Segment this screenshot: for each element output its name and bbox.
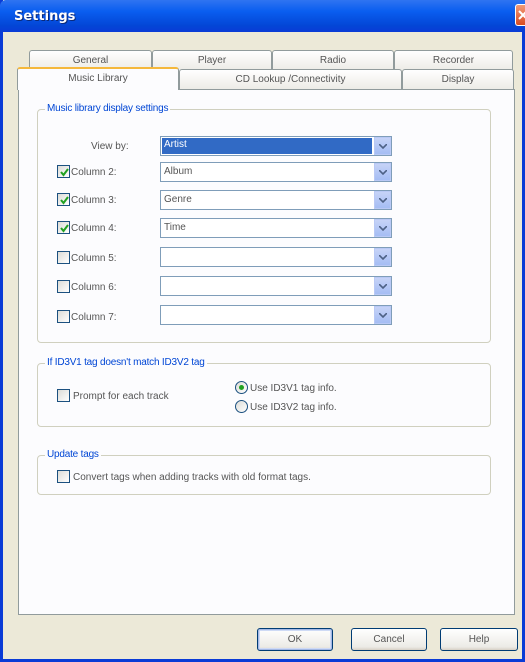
title-bar[interactable]: Settings: [0, 0, 525, 32]
window-title: Settings: [14, 9, 76, 24]
column-7-label: Column 7:: [71, 312, 117, 323]
prompt-each-track-checkbox[interactable]: [57, 389, 70, 402]
column-6-checkbox[interactable]: [57, 280, 70, 293]
view-by-value: Artist: [162, 138, 372, 154]
update-tags-legend: Update tags: [45, 449, 101, 460]
dropdown-button[interactable]: [374, 191, 391, 209]
use-id3v2-label: Use ID3V2 tag info.: [250, 402, 337, 413]
tab-radio[interactable]: Radio: [272, 50, 394, 71]
chevron-down-icon: [379, 226, 387, 231]
column-6-select[interactable]: [160, 276, 392, 296]
close-button[interactable]: [515, 4, 525, 26]
cancel-button[interactable]: Cancel: [351, 628, 427, 651]
column-4-select[interactable]: Time: [160, 218, 392, 238]
dropdown-button[interactable]: [374, 248, 391, 266]
use-id3v2-radio[interactable]: [235, 400, 248, 413]
column-3-label: Column 3:: [71, 195, 117, 206]
dropdown-button[interactable]: [374, 219, 391, 237]
convert-tags-label: Convert tags when adding tracks with old…: [73, 472, 311, 483]
column-6-label: Column 6:: [71, 282, 117, 293]
column-5-checkbox[interactable]: [57, 251, 70, 264]
tab-label: CD Lookup /Connectivity: [235, 74, 346, 85]
use-id3v1-radio[interactable]: [235, 381, 248, 394]
ok-button[interactable]: OK: [257, 628, 333, 651]
view-by-select[interactable]: Artist: [160, 136, 392, 156]
tab-label: Display: [441, 74, 475, 85]
dropdown-button[interactable]: [374, 306, 391, 324]
tab-label: Recorder: [432, 55, 475, 66]
settings-window: Settings General Player Radio Recorder M…: [0, 0, 525, 662]
help-button[interactable]: Help: [440, 628, 518, 651]
check-icon: [60, 168, 69, 177]
tab-label: Music Library: [68, 73, 128, 84]
column-5-label: Column 5:: [71, 253, 117, 264]
column-3-checkbox[interactable]: [57, 193, 70, 206]
dropdown-button[interactable]: [374, 163, 391, 181]
chevron-down-icon: [379, 144, 387, 149]
column-4-value: Time: [164, 222, 186, 233]
tab-label: Radio: [319, 55, 347, 66]
column-2-label: Column 2:: [71, 167, 117, 178]
dropdown-button[interactable]: [374, 277, 391, 295]
tab-label: General: [72, 55, 109, 66]
tab-music-library[interactable]: Music Library: [17, 67, 179, 90]
convert-tags-checkbox[interactable]: [57, 470, 70, 483]
close-icon: [518, 10, 525, 20]
column-2-select[interactable]: Album: [160, 162, 392, 182]
library-display-legend: Music library display settings: [45, 103, 171, 114]
chevron-down-icon: [379, 170, 387, 175]
column-3-value: Genre: [164, 194, 192, 205]
column-2-checkbox[interactable]: [57, 165, 70, 178]
chevron-down-icon: [379, 313, 387, 318]
column-3-select[interactable]: Genre: [160, 190, 392, 210]
prompt-each-track-label: Prompt for each track: [73, 391, 169, 402]
tab-display[interactable]: Display: [402, 69, 514, 90]
tab-cd-lookup[interactable]: CD Lookup /Connectivity: [179, 69, 402, 90]
view-by-label: View by:: [91, 141, 129, 152]
column-2-value: Album: [164, 166, 193, 177]
chevron-down-icon: [379, 198, 387, 203]
chevron-down-icon: [379, 284, 387, 289]
check-icon: [60, 224, 69, 233]
column-5-select[interactable]: [160, 247, 392, 267]
dropdown-button[interactable]: [374, 137, 391, 155]
column-4-label: Column 4:: [71, 223, 117, 234]
check-icon: [60, 196, 69, 205]
tab-label: Player: [197, 55, 227, 66]
use-id3v1-label: Use ID3V1 tag info.: [250, 383, 337, 394]
column-7-select[interactable]: [160, 305, 392, 325]
chevron-down-icon: [379, 255, 387, 260]
column-4-checkbox[interactable]: [57, 221, 70, 234]
tab-recorder[interactable]: Recorder: [394, 50, 513, 71]
column-7-checkbox[interactable]: [57, 310, 70, 323]
radio-dot: [239, 385, 244, 390]
id3-mismatch-legend: If ID3V1 tag doesn't match ID3V2 tag: [45, 357, 207, 368]
